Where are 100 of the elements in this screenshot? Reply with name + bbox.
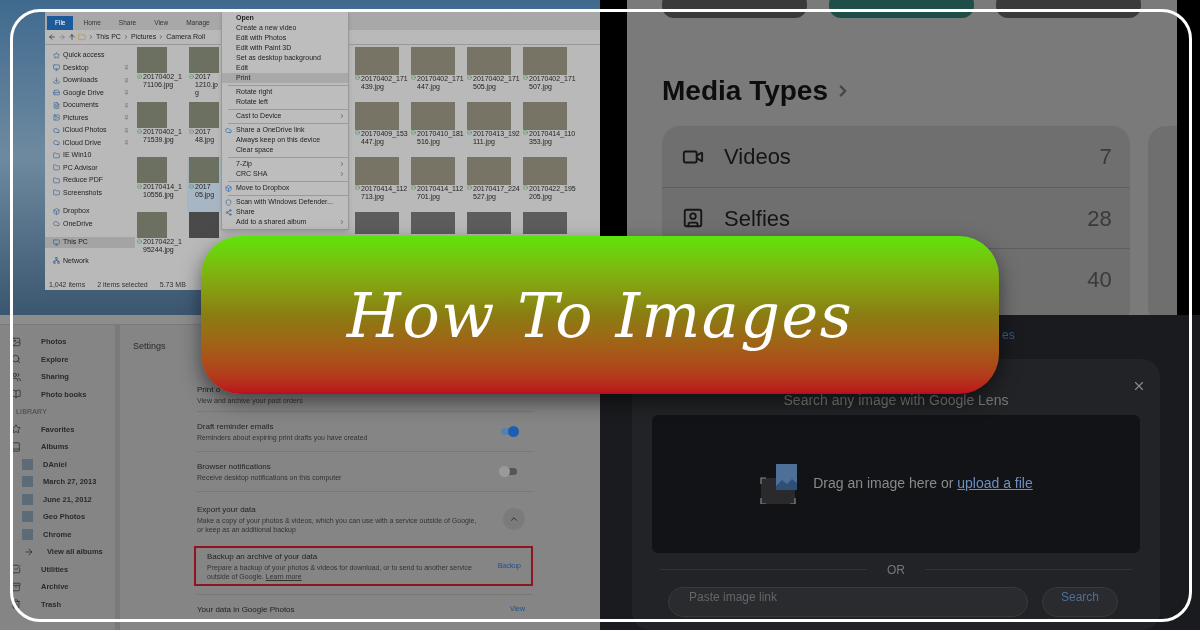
dialog-title: Search any image with Google Lens: [782, 390, 1010, 410]
chevron-icon: [88, 34, 94, 40]
check-icon: [467, 185, 472, 190]
shield-icon: [225, 198, 232, 206]
chevron-icon: [158, 34, 165, 40]
cloud-icon: [225, 126, 232, 134]
setting-title: Your data in Google Photos: [197, 603, 296, 616]
arrow-icon: [24, 546, 34, 557]
upload-link[interactable]: upload a file: [957, 475, 1033, 492]
check-icon: [137, 129, 142, 134]
page-title: Settings: [133, 340, 167, 353]
photo-thumbnail: [411, 157, 455, 185]
photo-thumbnail: [467, 212, 511, 234]
photo-thumbnail: [523, 212, 567, 234]
album-thumbnail: [22, 511, 33, 523]
check-icon: [523, 185, 528, 190]
setting-title: Browser notifications: [197, 461, 272, 473]
download-icon: [53, 76, 60, 84]
check-icon: [137, 184, 142, 189]
drive-icon: [53, 89, 60, 97]
toggle-switch[interactable]: [501, 428, 517, 435]
photo-thumbnail: [467, 157, 511, 185]
folder-icon: [53, 164, 60, 172]
pin-icon: [124, 90, 129, 96]
media-type-label: Selfies: [724, 204, 791, 233]
pin-icon: [124, 102, 129, 108]
album-thumbnail: [22, 458, 33, 470]
check-icon: [189, 74, 194, 79]
network-icon: [53, 257, 60, 265]
drop-instructions: Drag an image here or upload a file: [813, 474, 1033, 494]
star-icon: [11, 424, 21, 435]
check-icon: [523, 75, 528, 80]
photo-thumbnail: [189, 157, 219, 183]
check-icon: [355, 185, 360, 190]
album-thumbnail: [22, 493, 33, 505]
photo-thumbnail: [355, 157, 399, 185]
drop-zone[interactable]: Drag an image here or upload a file: [652, 414, 1140, 553]
photo-thumbnail: [523, 47, 567, 75]
picture-icon: [53, 114, 60, 122]
photo-thumbnail: [411, 47, 455, 75]
photo-icon: [11, 336, 21, 347]
check-icon: [467, 75, 472, 80]
document-icon: [53, 101, 60, 109]
pin-icon: [124, 115, 129, 121]
photo-thumbnail: [411, 212, 455, 234]
box-icon: [225, 184, 232, 192]
photo-thumbnail: [189, 102, 219, 128]
image-upload-icon: [759, 463, 798, 504]
photo-thumbnail: [137, 47, 167, 73]
star-icon: [53, 51, 60, 59]
check-icon: [355, 130, 360, 135]
trash-icon: [11, 599, 21, 610]
monitor-icon: [53, 238, 60, 246]
photo-thumbnail: [523, 157, 567, 185]
box-icon: [53, 207, 60, 215]
folder-icon: [78, 33, 86, 41]
check-icon: [355, 75, 360, 80]
collapse-button[interactable]: [503, 508, 525, 530]
share-icon: [225, 208, 232, 216]
check-icon: [137, 74, 142, 79]
photo-thumbnail: [189, 47, 219, 73]
checkbox-icon: [11, 564, 21, 575]
setting-title: Draft reminder emails: [197, 421, 275, 433]
media-type-label: Videos: [724, 143, 791, 171]
photo-thumbnail: [355, 102, 399, 130]
pin-icon: [124, 127, 129, 133]
check-icon: [467, 130, 472, 135]
image-link-field[interactable]: Paste image link: [668, 586, 1028, 617]
photo-thumbnail: [355, 47, 399, 75]
check-icon: [411, 185, 416, 190]
toggle-switch[interactable]: [501, 468, 517, 475]
back-icon[interactable]: [48, 33, 56, 41]
photo-thumbnail: [523, 102, 567, 130]
people-icon: [11, 371, 21, 382]
pin-icon: [124, 65, 129, 71]
folder-icon: [53, 189, 60, 197]
check-icon: [411, 75, 416, 80]
section-title: Media Types: [662, 74, 828, 108]
photo-thumbnail: [411, 102, 455, 130]
check-icon: [523, 130, 528, 135]
forward-icon[interactable]: [58, 33, 66, 41]
album-icon: [11, 441, 21, 452]
or-divider-text: OR: [887, 561, 905, 579]
book-icon: [11, 389, 21, 400]
up-icon[interactable]: [68, 33, 76, 41]
setting-title: Export your data: [197, 504, 257, 516]
folder-icon: [53, 151, 60, 159]
album-thumbnail: [22, 476, 33, 488]
cloud-icon: [53, 220, 60, 228]
search-icon: [11, 354, 21, 365]
album-thumbnail: [22, 528, 33, 540]
photo-thumbnail: [355, 212, 399, 234]
archive-icon: [11, 581, 21, 592]
photo-thumbnail: [137, 102, 167, 128]
chevron-icon: [122, 34, 129, 40]
pin-icon: [124, 140, 129, 146]
chevron-up-icon: [509, 514, 519, 524]
photo-thumbnail: [137, 157, 167, 183]
photo-thumbnail: [467, 102, 511, 130]
submenu-chevron-icon: [339, 219, 345, 225]
